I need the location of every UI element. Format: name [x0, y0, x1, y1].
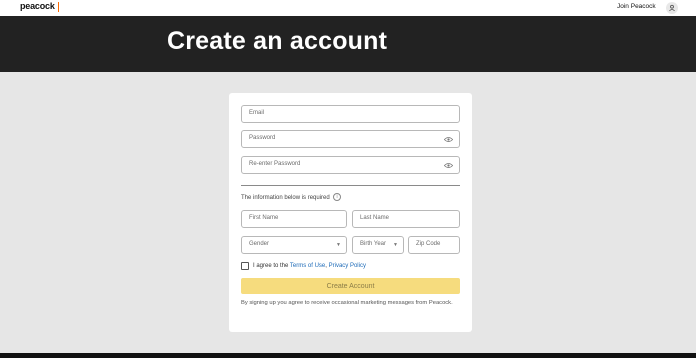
last-name-field[interactable]: Last Name	[352, 210, 460, 228]
logo-accent-bar	[58, 2, 59, 12]
privacy-policy-link[interactable]: Privacy Policy	[329, 263, 366, 269]
first-name-placeholder: First Name	[249, 215, 279, 221]
signup-form: Email Password Re-enter Password The inf…	[229, 93, 472, 332]
join-peacock-link[interactable]: Join Peacock	[617, 3, 656, 10]
password-field[interactable]: Password	[241, 130, 460, 148]
agree-label: I agree to the Terms of Use, Privacy Pol…	[253, 263, 366, 269]
agree-prefix: I agree to the	[253, 263, 290, 269]
top-nav: peacock Join Peacock	[0, 0, 696, 16]
gender-select[interactable]: Gender ▼	[241, 236, 347, 254]
page-title: Create an account	[167, 27, 388, 55]
bottom-edge	[0, 353, 696, 358]
form-divider	[241, 185, 460, 186]
user-icon[interactable]	[666, 2, 678, 14]
birth-year-select[interactable]: Birth Year ▼	[352, 236, 404, 254]
chevron-down-icon: ▼	[336, 242, 341, 248]
email-placeholder: Email	[249, 110, 265, 116]
eye-icon[interactable]	[444, 136, 453, 143]
last-name-placeholder: Last Name	[360, 215, 390, 221]
marketing-footnote: By signing up you agree to receive occas…	[241, 300, 453, 306]
info-icon[interactable]: i	[333, 193, 341, 201]
reenter-password-placeholder: Re-enter Password	[249, 161, 301, 167]
birth-year-placeholder: Birth Year	[360, 241, 387, 247]
terms-of-use-link[interactable]: Terms of Use	[290, 263, 325, 269]
zip-code-placeholder: Zip Code	[416, 241, 441, 247]
hero-banner: Create an account	[0, 16, 696, 72]
eye-icon[interactable]	[444, 162, 453, 169]
first-name-field[interactable]: First Name	[241, 210, 347, 228]
chevron-down-icon: ▼	[393, 242, 398, 248]
email-field[interactable]: Email	[241, 105, 460, 123]
peacock-logo[interactable]: peacock	[20, 1, 55, 11]
gender-placeholder: Gender	[249, 241, 270, 247]
zip-code-field[interactable]: Zip Code	[408, 236, 460, 254]
required-note: The information below is required	[241, 195, 330, 201]
create-account-button[interactable]: Create Account	[241, 278, 460, 294]
reenter-password-field[interactable]: Re-enter Password	[241, 156, 460, 174]
password-placeholder: Password	[249, 135, 276, 141]
agree-checkbox[interactable]	[241, 262, 249, 270]
